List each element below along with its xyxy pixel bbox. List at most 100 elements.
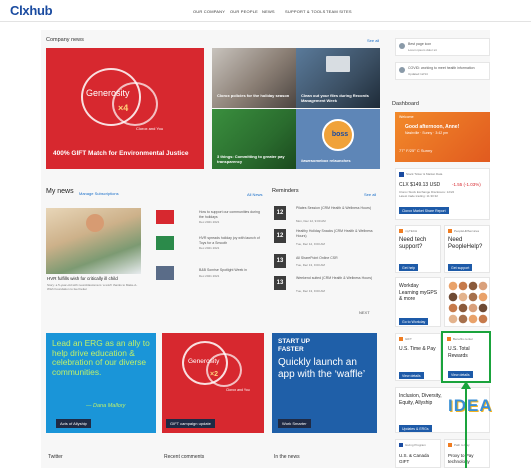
card-title: Proxy to Pay technology <box>448 453 474 464</box>
card-title: U.S. Total Rewards <box>448 346 470 359</box>
card-title: Workday Learning myGPS & more <box>399 283 438 302</box>
people-icon <box>448 229 452 233</box>
card-mytech[interactable]: myTECH Need tech support? Get help <box>395 225 441 273</box>
boss-badge: boss <box>322 119 354 151</box>
total-rewards-view-details-button[interactable]: View details <box>448 371 473 378</box>
news-tile-holiday[interactable]: Clorox policies for the holiday season <box>212 48 296 108</box>
card-idea[interactable]: Inclusion, Diversity, Equity, Allyship U… <box>395 387 492 433</box>
sidebar-item[interactable]: COVID: working to meet health informatio… <box>395 62 490 80</box>
reminder-title[interactable]: Pilates Session (CRM Health & Wellness H… <box>296 206 374 211</box>
market-report-button[interactable]: Clorox Market Share Report <box>399 207 449 214</box>
workday-avatars <box>444 277 490 327</box>
stock-price: CLX $149.13 USD <box>399 182 441 188</box>
card-total-rewards[interactable]: Benefits center U.S. Total Rewards View … <box>441 331 491 383</box>
news-thumb[interactable] <box>156 210 174 224</box>
hero-graphic-brand: Clorox and You <box>136 126 164 131</box>
news-tile-holiday-caption[interactable]: Clorox policies for the holiday season <box>217 93 291 98</box>
nav-our-people[interactable]: OUR PEOPLE <box>230 9 258 14</box>
gift-campaign-update-button[interactable]: GIFT campaign update <box>166 419 215 428</box>
reminder-time: Tue, Dec 13, 9:00 AM <box>296 263 325 267</box>
promo-gift[interactable]: Generosity ×2 Clorox and You GIFT campai… <box>162 333 264 433</box>
acts-of-allyship-button[interactable]: Acts of Allyship <box>56 419 91 428</box>
get-help-button[interactable]: Get help <box>399 264 419 271</box>
news-thumb[interactable] <box>156 266 174 280</box>
reminder-time: Tue, Dec 13, 9:00 AM <box>296 289 325 293</box>
my-news-feature-image[interactable] <box>46 208 141 274</box>
time-pay-view-details-button[interactable]: View details <box>399 372 424 379</box>
news-tile-pay-caption[interactable]: 3 things: Committing to greater pay tran… <box>217 154 291 164</box>
company-news-see-all[interactable]: See all <box>367 38 379 43</box>
gift-icon <box>399 337 403 341</box>
info-icon <box>399 67 405 73</box>
info-icon <box>399 43 405 49</box>
nav-support-tools[interactable]: SUPPORT & TOOLS <box>285 9 326 14</box>
news-item-date: Dec 2021 2021 <box>199 220 220 224</box>
news-tile-records[interactable]: Clean out your files during Records Mana… <box>296 48 380 108</box>
sidebar-item[interactable]: Best page icon Lorem ipsum dolor sit <box>395 38 490 56</box>
stock-meta-2: Latest trade trading: 11:30:32 <box>399 194 438 198</box>
promo-waffle[interactable]: START UP FASTER Quickly launch an app wi… <box>272 333 377 433</box>
welcome-label: Welcome <box>399 115 414 119</box>
promo-gift-mult: ×2 <box>210 371 218 378</box>
go-to-workday-button[interactable]: Go to Workday <box>399 318 429 325</box>
avatar-grid <box>448 281 488 325</box>
news-tile-awesomebox[interactable]: boss #awesomebox relaunches <box>296 109 380 169</box>
stock-label: Stock Ticker & Market Data <box>406 172 443 176</box>
all-news-link[interactable]: All News <box>247 192 263 197</box>
news-thumb[interactable] <box>156 236 174 250</box>
promo-waffle-text: Quickly launch an app with the ‘waffle’ <box>278 357 366 380</box>
news-tile-records-caption[interactable]: Clean out your files during Records Mana… <box>301 93 375 103</box>
news-item-title[interactable]: HVR spreads holiday joy with launch of T… <box>199 236 261 245</box>
card-label: GIFT <box>405 337 412 341</box>
reminder-date: 13 <box>274 254 286 268</box>
card-proxy-pay[interactable]: Path to Pay Proxy to Pay technology <box>444 439 490 468</box>
sidebar-item-title: Best page icon <box>408 42 432 46</box>
work-smarter-button[interactable]: Work Smarter <box>278 419 311 428</box>
hero-headline[interactable]: 400% GIFT Match for Environmental Justic… <box>53 150 193 158</box>
stock-change: -1.55 (-1.03%) <box>452 182 481 187</box>
card-peoplehelp[interactable]: PeopleHRServices Need PeopleHelp? Get su… <box>444 225 490 273</box>
site-logo[interactable]: Clxhub <box>10 3 53 18</box>
updates-ergs-button[interactable]: Updates & ERGs <box>399 425 432 432</box>
card-title: Inclusion, Diversity, Equity, Allyship <box>399 393 442 406</box>
get-support-button[interactable]: Get support <box>448 264 473 271</box>
nav-team-sites[interactable]: TEAM SITES <box>326 9 352 14</box>
news-item-title[interactable]: B&B Sonrise Spotlight Week in <box>199 268 261 273</box>
reminder-title[interactable]: Healthy Holiday Snacks (CRM Health & Wel… <box>296 229 374 238</box>
reminders-next-button[interactable]: NEXT <box>359 310 370 315</box>
news-tile-pay[interactable]: 3 things: Committing to greater pay tran… <box>212 109 296 169</box>
card-label: myTECH <box>405 229 418 233</box>
reminder-date: 12 <box>274 229 286 243</box>
recent-comments-section-title: Recent comments <box>164 454 205 460</box>
card-time-pay[interactable]: GIFT U.S. Time & Pay View details <box>395 333 441 381</box>
giving-icon <box>399 443 403 447</box>
card-gift[interactable]: Giving Program U.S. & Canada GIFT <box>395 439 441 468</box>
card-label: Path to Pay <box>454 443 470 447</box>
sidebar-item-sub: Lorem ipsum dolor sit <box>408 48 437 52</box>
stock-card: Stock Ticker & Market Data CLX $149.13 U… <box>395 168 490 220</box>
reminder-date: 13 <box>274 276 286 290</box>
mytech-icon <box>399 229 403 233</box>
nav-our-company[interactable]: OUR COMPANY <box>193 9 225 14</box>
reminder-title[interactable]: All SharePoint Online CSR <box>296 256 374 261</box>
benefits-icon <box>447 337 451 341</box>
hero-news-tile[interactable]: Generosity ×4 Clorox and You 400% GIFT M… <box>46 48 204 169</box>
card-label: Giving Program <box>405 443 426 447</box>
reminders-see-all[interactable]: See all <box>364 192 376 197</box>
my-news-feature-caption[interactable]: HVR fulfills wish for critically ill chi… <box>47 276 118 281</box>
promo-allyship[interactable]: Lead an ERG as an ally to help drive edu… <box>46 333 156 433</box>
manage-subscriptions-link[interactable]: Manage Subscriptions <box>79 191 119 196</box>
stock-icon <box>399 172 404 177</box>
card-title: Need PeopleHelp? <box>448 237 483 250</box>
reminder-title[interactable]: Weekend suited (CRM Health & Wellness Ho… <box>296 276 374 281</box>
news-tile-awesomebox-caption[interactable]: #awesomebox relaunches <box>301 158 375 163</box>
nav-news[interactable]: NEWS <box>262 9 275 14</box>
welcome-greeting: Good afternoon, Anne! <box>405 124 460 130</box>
hero-graphic-word: Generosity <box>86 88 130 98</box>
reminders-title: Reminders <box>272 188 299 194</box>
news-item-title[interactable]: How to support our communities during th… <box>199 210 261 219</box>
card-workday[interactable]: Workday Learning myGPS & more Go to Work… <box>395 277 441 327</box>
hero-graphic-mult: ×4 <box>118 103 129 113</box>
my-news-feature-sub: Story: a 5-year-old with neuroblastoma i… <box>47 283 138 291</box>
top-bar: Clxhub OUR COMPANY OUR PEOPLE NEWS SUPPO… <box>0 0 531 22</box>
